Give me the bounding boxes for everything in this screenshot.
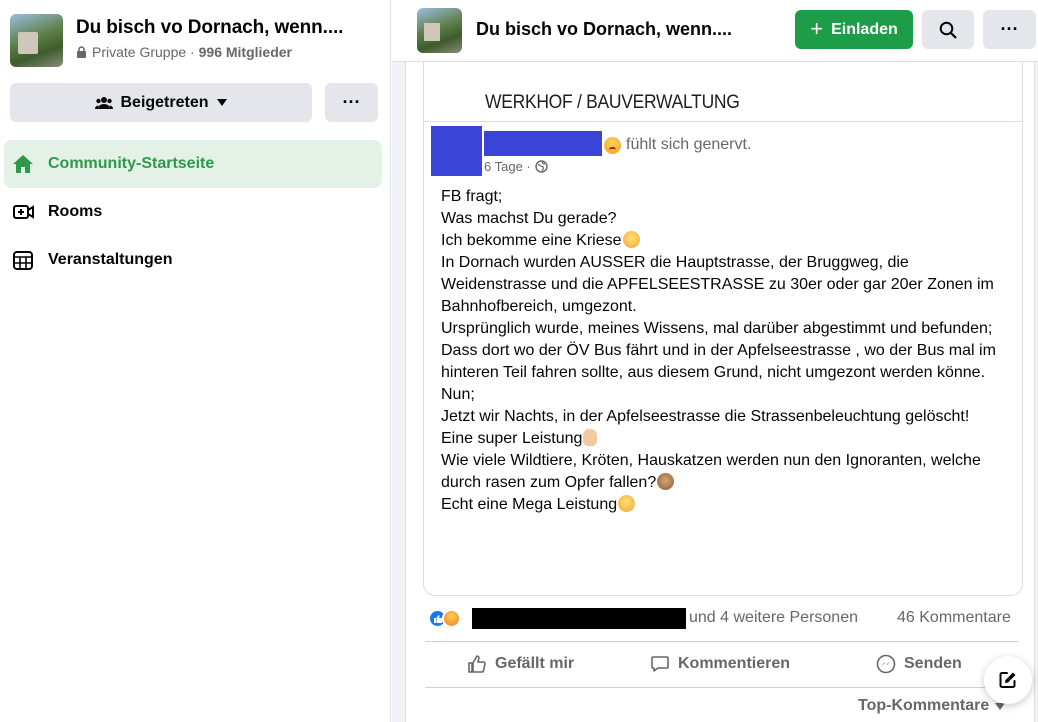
nav-item-community-home[interactable]: Community-Startseite bbox=[4, 140, 382, 188]
messenger-icon bbox=[876, 654, 896, 674]
lock-icon bbox=[77, 46, 86, 58]
group-subtitle: Private Gruppe · 996 Mitglieder bbox=[76, 44, 343, 60]
invite-label: Einladen bbox=[831, 20, 898, 38]
comment-label: Kommentieren bbox=[678, 655, 791, 672]
post-line-with-emoji: Wie viele Wildtiere, Kröten, Hauskatzen … bbox=[441, 450, 1011, 494]
thumbs-up-icon bbox=[468, 655, 486, 673]
topbar-more-button[interactable]: ··· bbox=[983, 10, 1036, 49]
post-line: Jetzt wir Nachts, in der Apfelseestrasse… bbox=[441, 408, 970, 425]
home-icon bbox=[13, 155, 33, 173]
author-feeling: fühlt sich genervt. bbox=[604, 136, 751, 154]
nav-item-label: Veranstaltungen bbox=[48, 251, 173, 268]
group-cover-thumbnail[interactable] bbox=[10, 14, 63, 67]
author-name-redacted[interactable] bbox=[484, 131, 602, 156]
search-icon bbox=[939, 21, 957, 39]
group-sidebar: Du bisch vo Dornach, wenn.... Private Gr… bbox=[0, 0, 391, 722]
caret-down-icon bbox=[216, 99, 227, 106]
post-line: Ich bekomme eine Kriese bbox=[441, 232, 622, 249]
nav-item-events[interactable]: Veranstaltungen bbox=[4, 236, 382, 284]
joined-label: Beigetreten bbox=[120, 93, 209, 111]
comment-icon bbox=[651, 656, 669, 672]
nav-item-label: Rooms bbox=[48, 203, 103, 220]
rooms-icon bbox=[13, 205, 34, 219]
group-title[interactable]: Du bisch vo Dornach, wenn.... bbox=[76, 17, 343, 39]
send-button[interactable]: Senden bbox=[876, 654, 962, 674]
search-button[interactable] bbox=[922, 10, 974, 49]
post-line: Nun; bbox=[441, 386, 475, 403]
post-line: Echt eine Mega Leistung bbox=[441, 496, 618, 513]
post-line: Eine super Leistung bbox=[441, 430, 583, 447]
more-icon: ··· bbox=[1000, 19, 1019, 39]
reactor-names-redacted[interactable] bbox=[472, 608, 686, 629]
send-label: Senden bbox=[904, 655, 962, 672]
globe-icon bbox=[535, 160, 548, 173]
annoyed-emoji-icon bbox=[604, 136, 621, 154]
post-line: Wie viele Wildtiere, Kröten, Hauskatzen … bbox=[441, 452, 981, 491]
post-line: FB fragt; bbox=[441, 188, 503, 205]
calendar-icon bbox=[13, 251, 33, 270]
comment-button[interactable]: Kommentieren bbox=[650, 654, 790, 674]
group-privacy: Private Gruppe bbox=[92, 44, 187, 60]
group-topbar: Du bisch vo Dornach, wenn.... + Einladen… bbox=[392, 0, 1038, 62]
angry-reaction-icon bbox=[442, 609, 461, 628]
post-line-with-emoji: Eine super Leistung bbox=[441, 428, 1011, 450]
post-section-heading: WERKHOF / BAUVERWALTUNG bbox=[485, 92, 740, 113]
group-member-count[interactable]: 996 Mitglieder bbox=[199, 44, 292, 60]
see-no-evil-emoji-icon bbox=[657, 473, 675, 490]
group-meta: Du bisch vo Dornach, wenn.... Private Gr… bbox=[76, 17, 343, 60]
comment-sort-label: Top-Kommentare bbox=[858, 697, 990, 714]
post-line-with-emoji: Echt eine Mega Leistung bbox=[441, 494, 1011, 516]
more-icon: ··· bbox=[342, 92, 361, 112]
thumbs-up-emoji-icon bbox=[583, 429, 598, 446]
group-more-button[interactable]: ··· bbox=[325, 83, 378, 122]
post-line: In Dornach wurden AUSSER die Hauptstrass… bbox=[441, 254, 994, 315]
nav-item-rooms[interactable]: Rooms bbox=[4, 188, 382, 236]
author-avatar-redacted[interactable] bbox=[431, 126, 482, 176]
divider bbox=[423, 121, 1023, 122]
shocked-emoji-icon bbox=[622, 231, 640, 248]
post-line: Ursprünglich wurde, meines Wissens, mal … bbox=[441, 320, 993, 337]
group-cover-thumbnail-small[interactable] bbox=[417, 8, 462, 53]
like-label: Gefällt mir bbox=[495, 655, 575, 672]
shocked-emoji-icon bbox=[618, 495, 636, 512]
joined-button[interactable]: Beigetreten bbox=[10, 83, 312, 122]
post-line: Dass dort wo der ÖV Bus fährt und in der… bbox=[441, 342, 996, 381]
compose-icon bbox=[999, 672, 1016, 688]
like-button[interactable]: Gefällt mir bbox=[467, 654, 574, 674]
reaction-icons[interactable] bbox=[428, 609, 461, 628]
post-line: Was machst Du gerade? bbox=[441, 210, 617, 227]
feeling-text: fühlt sich genervt. bbox=[626, 136, 752, 153]
topbar-group-title[interactable]: Du bisch vo Dornach, wenn.... bbox=[476, 19, 732, 40]
post-body: FB fragt; Was machst Du gerade? Ich beko… bbox=[441, 186, 1011, 516]
nav-item-label: Community-Startseite bbox=[48, 155, 215, 172]
plus-icon: + bbox=[810, 15, 824, 41]
divider bbox=[425, 641, 1019, 642]
members-icon bbox=[95, 96, 114, 109]
new-message-button[interactable] bbox=[984, 656, 1032, 704]
post-time-text: 6 Tage · bbox=[484, 159, 531, 174]
comment-sort-dropdown[interactable]: Top-Kommentare bbox=[858, 697, 1006, 715]
divider bbox=[425, 687, 1019, 688]
comments-count[interactable]: 46 Kommentare bbox=[897, 609, 1011, 627]
invite-button[interactable]: + Einladen bbox=[795, 10, 913, 49]
post-timestamp[interactable]: 6 Tage · bbox=[484, 159, 548, 174]
group-header: Du bisch vo Dornach, wenn.... Private Gr… bbox=[10, 14, 343, 67]
reactions-summary[interactable]: und 4 weitere Personen bbox=[689, 609, 858, 627]
post-line-with-emoji: Ich bekomme eine Kriese bbox=[441, 230, 1011, 252]
